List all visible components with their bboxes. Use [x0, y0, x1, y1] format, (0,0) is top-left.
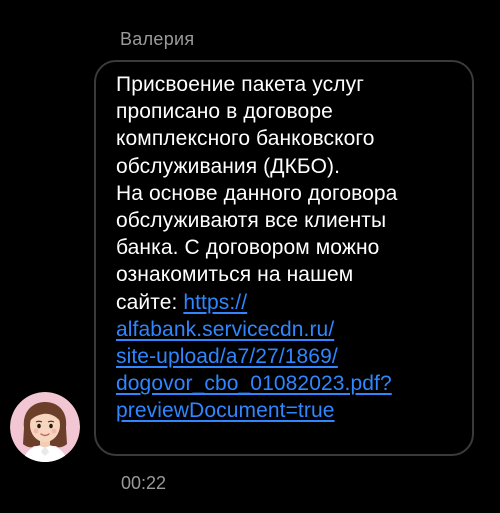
- message-line-prefix: сайте:: [116, 290, 184, 314]
- document-link-part[interactable]: alfabank.servicecdn.ru/: [116, 318, 334, 341]
- document-link-part[interactable]: previewDocument=true: [116, 399, 335, 422]
- link-line: site-upload/a7/27/1869/: [116, 343, 466, 370]
- message-line: ознакомиться на нашем: [116, 263, 354, 287]
- message-line: обслуживания (ДКБО).: [116, 154, 341, 178]
- girl-avatar-icon: [10, 392, 80, 462]
- link-line: previewDocument=true: [116, 397, 466, 424]
- message-line: прописано в договоре: [116, 100, 333, 124]
- document-link-part[interactable]: https://: [183, 291, 247, 314]
- message-line-with-link: сайте: https://: [116, 289, 466, 316]
- message-line: комплексного банковского: [116, 127, 375, 151]
- link-line: dogovor_cbo_01082023.pdf?: [116, 370, 466, 397]
- message-line: На основе данного договора: [116, 181, 398, 205]
- document-link-part[interactable]: dogovor_cbo_01082023.pdf?: [116, 372, 392, 395]
- message-line: обслуживаютя все клиенты: [116, 209, 387, 233]
- link-line: alfabank.servicecdn.ru/: [116, 316, 466, 343]
- sender-name: Валерия: [120, 29, 195, 49]
- message-text: Присвоение пакета услуг прописано в дого…: [116, 71, 466, 425]
- message-line: банка. С договором можно: [116, 236, 380, 260]
- document-link-part[interactable]: site-upload/a7/27/1869/: [116, 345, 338, 368]
- message-line: Присвоение пакета услуг: [116, 73, 364, 96]
- message-timestamp: 00:22: [121, 473, 167, 493]
- sender-avatar[interactable]: [10, 392, 80, 462]
